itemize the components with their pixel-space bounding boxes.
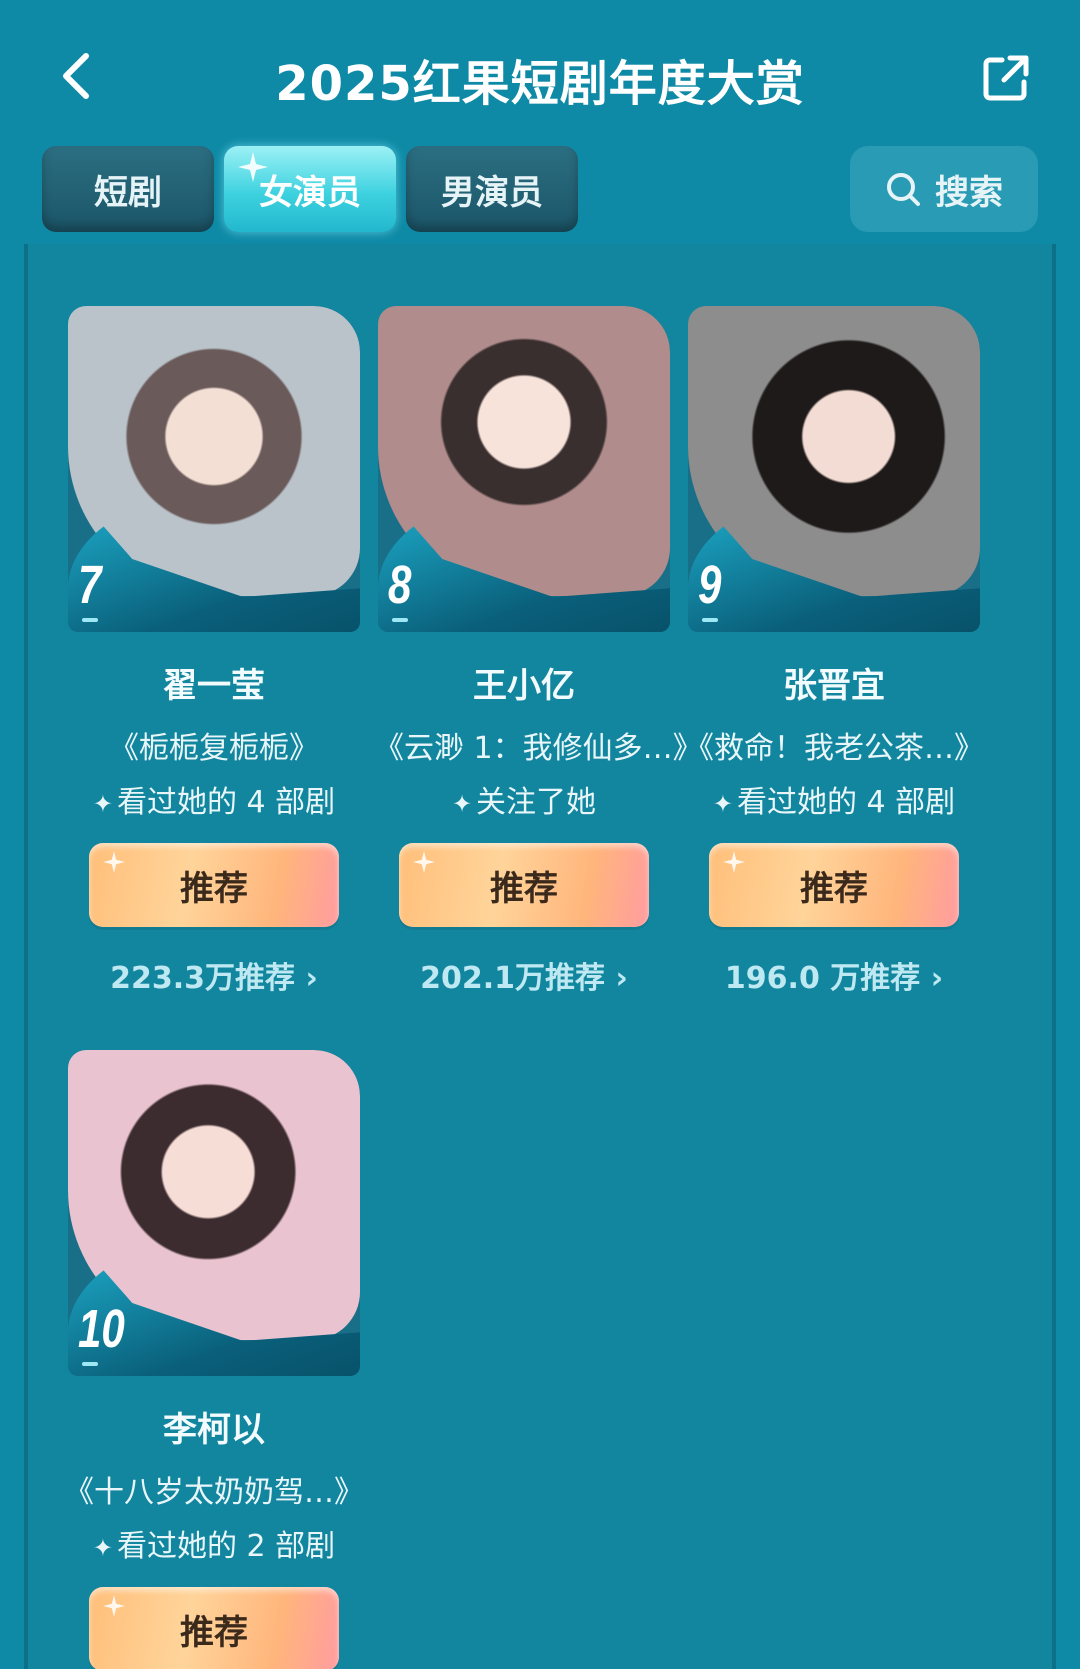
- back-button[interactable]: [48, 48, 104, 104]
- drama-title[interactable]: 《十八岁太奶奶驾…》: [64, 1467, 364, 1511]
- share-button[interactable]: [976, 48, 1036, 108]
- search-label: 搜索: [935, 172, 1003, 213]
- recommend-button[interactable]: 推荐: [89, 843, 339, 927]
- actress-photo: 8: [378, 306, 670, 632]
- recommend-button[interactable]: 推荐: [709, 843, 959, 927]
- rank-number: 8: [388, 555, 412, 615]
- sparkle-icon: ✦: [92, 790, 113, 818]
- rank-number: 10: [78, 1299, 125, 1359]
- actress-photo: 10: [68, 1050, 360, 1376]
- actress-name: 王小亿: [473, 666, 575, 706]
- watch-note: ✦ 看过她的 4 部剧: [92, 785, 336, 820]
- sparkle-icon: [238, 152, 268, 182]
- tab-dramas[interactable]: 短剧: [42, 146, 214, 232]
- chevron-left-icon: [63, 53, 89, 99]
- tab-label: 男演员: [441, 172, 543, 213]
- category-tabs: 短剧 女演员 男演员 搜索: [42, 146, 1042, 232]
- tab-label: 女演员: [259, 172, 361, 213]
- sparkle-icon: ✦: [92, 1534, 113, 1562]
- recommend-count[interactable]: 196.0 万推荐 ›: [684, 953, 984, 997]
- recommend-button[interactable]: 推荐: [89, 1587, 339, 1669]
- drama-title[interactable]: 《救命！我老公茶…》: [684, 723, 984, 767]
- actress-name: 李柯以: [163, 1410, 265, 1450]
- page-title: 2025红果短剧年度大赏: [275, 56, 805, 112]
- top-bar: 2025红果短剧年度大赏: [0, 0, 1080, 150]
- drama-title[interactable]: 《栀栀复栀栀》: [64, 723, 364, 767]
- recommend-count[interactable]: 202.1万推荐 ›: [374, 953, 674, 997]
- drama-title[interactable]: 《云渺 1：我修仙多…》: [374, 723, 703, 767]
- rank-number: 7: [78, 555, 102, 615]
- search-icon: [887, 173, 920, 206]
- sparkle-icon: ✦: [451, 790, 473, 818]
- watch-note: ✦ 看过她的 4 部剧: [712, 785, 956, 820]
- actress-card[interactable]: 10 李柯以 《十八岁太奶奶驾…》 ✦ 看过她的 2 部剧 推荐: [64, 1050, 364, 1669]
- recommend-count[interactable]: 223.3万推荐 ›: [64, 953, 364, 997]
- ranking-panel: 7 翟一莹 《栀栀复栀栀》 ✦ 看过她的 4 部剧 推荐 223.3万推荐 › 8…: [24, 244, 1056, 1669]
- recommend-button[interactable]: 推荐: [399, 843, 649, 927]
- tab-label: 短剧: [94, 172, 162, 213]
- watch-note: ✦ 关注了她: [451, 785, 597, 820]
- search-button[interactable]: 搜索: [850, 146, 1038, 232]
- sparkle-icon: [413, 851, 435, 873]
- tab-actresses[interactable]: 女演员: [224, 146, 396, 232]
- watch-note: ✦ 看过她的 2 部剧: [92, 1529, 336, 1564]
- sparkle-icon: [723, 851, 745, 873]
- actress-photo: 9: [688, 306, 980, 632]
- tab-actors[interactable]: 男演员: [406, 146, 578, 232]
- actress-name: 翟一莹: [163, 666, 265, 706]
- actress-name: 张晋宜: [783, 666, 885, 706]
- sparkle-icon: ✦: [712, 790, 733, 818]
- sparkle-icon: [103, 1595, 125, 1617]
- actress-photo: 7: [68, 306, 360, 632]
- actress-card[interactable]: 8 王小亿 《云渺 1：我修仙多…》 ✦ 关注了她 推荐 202.1万推荐 ›: [374, 306, 703, 997]
- sparkle-icon: [103, 851, 125, 873]
- actress-card[interactable]: 7 翟一莹 《栀栀复栀栀》 ✦ 看过她的 4 部剧 推荐 223.3万推荐 ›: [64, 306, 364, 997]
- share-icon: [983, 55, 1029, 101]
- actress-card[interactable]: 9 张晋宜 《救命！我老公茶…》 ✦ 看过她的 4 部剧 推荐 196.0 万推荐…: [684, 306, 984, 997]
- rank-number: 9: [698, 555, 722, 615]
